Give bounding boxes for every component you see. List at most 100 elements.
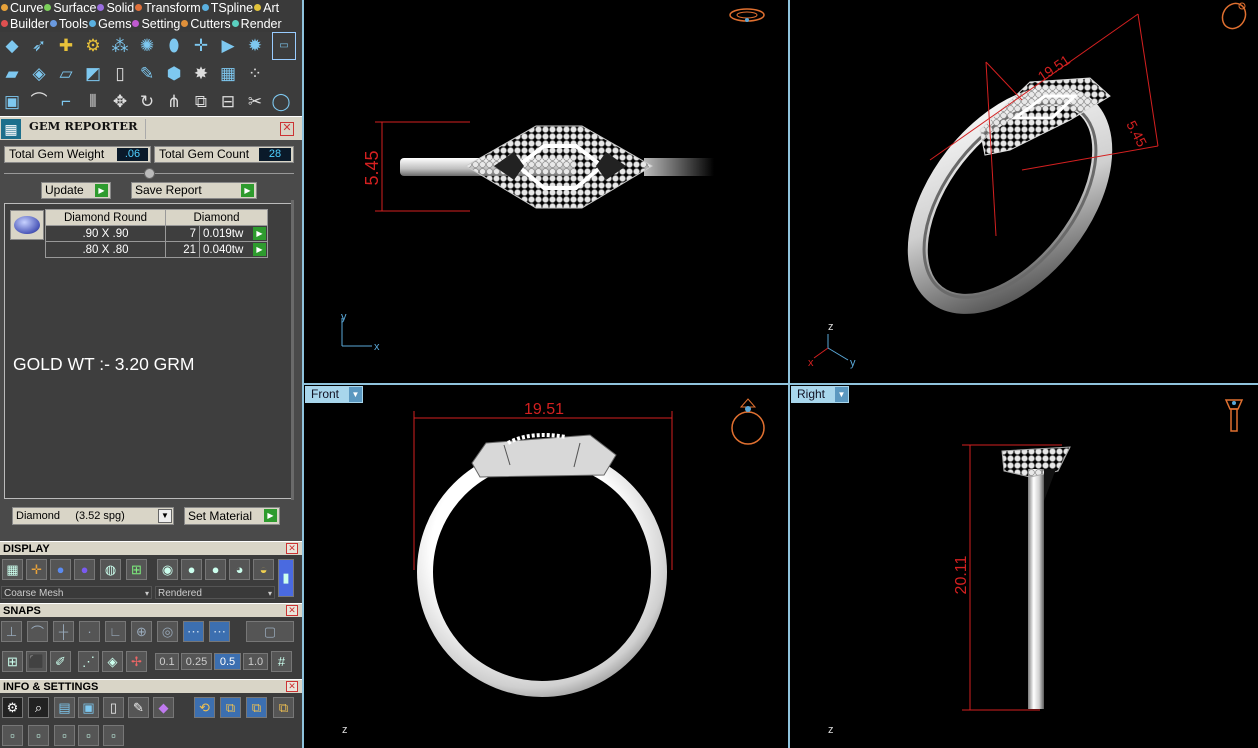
curve-edit-icon[interactable]: ⌐ xyxy=(55,91,77,113)
viewport-perspective[interactable]: 19.51 5.45 z x y xyxy=(790,0,1258,383)
menu-item-tools[interactable]: Tools xyxy=(49,16,88,32)
shaded-axis-icon[interactable]: ✛ xyxy=(26,559,47,580)
mirror-icon[interactable]: ⫴ xyxy=(82,91,104,113)
material-3-icon[interactable]: ● xyxy=(205,559,226,580)
menu-item-gems[interactable]: Gems xyxy=(89,16,131,32)
snap-point-icon[interactable]: · xyxy=(79,621,100,642)
gem-link-icon[interactable]: ⚙ xyxy=(82,35,104,57)
diamond-round-thumbnail[interactable] xyxy=(10,210,44,240)
extrude-icon[interactable]: ▶ xyxy=(217,35,239,57)
spark-ring-icon[interactable]: ✸ xyxy=(190,63,212,85)
sphere-shaded-icon[interactable]: ● xyxy=(50,559,71,580)
close-icon[interactable]: ✕ xyxy=(286,605,298,616)
extra-1-icon[interactable]: ▫ xyxy=(2,725,23,746)
wireframe-icon[interactable]: ▦ xyxy=(2,559,23,580)
snap-value-1[interactable]: 0.25 xyxy=(181,653,212,670)
sphere-glossy-icon[interactable]: ● xyxy=(74,559,95,580)
extra-4-icon[interactable]: ▫ xyxy=(78,725,99,746)
menu-item-transform[interactable]: Transform xyxy=(135,0,201,16)
menu-item-art[interactable]: Art xyxy=(254,0,279,16)
viewport-right[interactable]: 20.11 z Right ▼ xyxy=(790,385,1258,748)
scissors-icon[interactable]: ✂ xyxy=(244,91,266,113)
arc-icon[interactable]: ⌒ xyxy=(28,91,50,113)
box-icon[interactable]: ▣ xyxy=(78,697,99,718)
cluster-icon[interactable]: ✺ xyxy=(136,35,158,57)
drop-icon[interactable]: ⬮ xyxy=(163,35,185,57)
snap-box-icon[interactable]: ▢ xyxy=(246,621,294,642)
diamond-icon[interactable]: ◈ xyxy=(28,63,50,85)
purple-box-icon[interactable]: ◆ xyxy=(153,697,174,718)
table-row[interactable]: .80 X .80 21 0.040tw ▶ xyxy=(45,241,268,258)
material-gold-icon[interactable]: ◒ xyxy=(253,559,274,580)
view-ring-icon[interactable] xyxy=(1218,0,1250,33)
tab-toggle-icon[interactable]: ▭ xyxy=(272,32,296,60)
close-icon[interactable]: ✕ xyxy=(286,543,298,554)
extra-5-icon[interactable]: ▫ xyxy=(103,725,124,746)
scrollbar[interactable] xyxy=(291,200,294,500)
snap-center-icon[interactable]: ⊕ xyxy=(131,621,152,642)
menu-item-surface[interactable]: Surface xyxy=(44,0,96,16)
snap-curve-icon[interactable]: ⌒ xyxy=(27,621,48,642)
set-material-button[interactable]: Set Material ▶ xyxy=(184,507,280,525)
table-row[interactable]: .90 X .90 7 0.019tw ▶ xyxy=(45,225,268,242)
layers-icon[interactable]: ▤ xyxy=(54,697,75,718)
settings-gear-icon[interactable]: ⚙ xyxy=(2,697,23,718)
pave-icon[interactable]: ⁂ xyxy=(109,35,131,57)
sheet-icon[interactable]: ▰ xyxy=(1,63,23,85)
update-button[interactable]: Update ▶ xyxy=(41,182,111,199)
pencil-icon[interactable]: ✐ xyxy=(50,651,71,672)
material-select[interactable]: Diamond (3.52 spg) ▼ xyxy=(12,507,174,525)
material-2-icon[interactable]: ● xyxy=(181,559,202,580)
menu-item-cutters[interactable]: Cutters xyxy=(181,16,231,32)
snap-active-2-icon[interactable]: ⋯ xyxy=(209,621,230,642)
spread-icon[interactable]: ⋔ xyxy=(163,91,185,113)
history-2-icon[interactable]: ⧉ xyxy=(220,697,241,718)
material-1-icon[interactable]: ◉ xyxy=(157,559,178,580)
snap-grid-icon[interactable]: ⊥ xyxy=(1,621,22,642)
menu-item-builder[interactable]: Builder xyxy=(1,16,49,32)
menu-item-tspline[interactable]: TSpline xyxy=(201,0,253,16)
eye-icon[interactable]: ◈ xyxy=(102,651,123,672)
snap-value-0[interactable]: 0.1 xyxy=(155,653,179,670)
slider-knob[interactable] xyxy=(144,168,155,179)
slab-icon[interactable]: ◩ xyxy=(82,63,104,85)
save-report-button[interactable]: Save Report ▶ xyxy=(131,182,257,199)
band-icon[interactable]: ▱ xyxy=(55,63,77,85)
extra-2-icon[interactable]: ▫ xyxy=(28,725,49,746)
close-icon[interactable]: ✕ xyxy=(286,681,298,692)
edit-note-icon[interactable]: ✎ xyxy=(128,697,149,718)
split-icon[interactable]: ⊟ xyxy=(217,91,239,113)
history-4-icon[interactable]: ⧉ xyxy=(273,697,294,718)
snap-value-2[interactable]: 0.5 xyxy=(214,653,241,670)
halo-icon[interactable]: ✹ xyxy=(244,35,266,57)
snap-end-icon[interactable]: ∟ xyxy=(105,621,126,642)
cube-icon[interactable]: ⬛ xyxy=(26,651,47,672)
arrow-curve-icon[interactable]: ➶ xyxy=(28,35,50,57)
line-dots-icon[interactable]: ⋰ xyxy=(78,651,99,672)
display-side-toggle[interactable]: ▮ xyxy=(278,559,294,597)
snap-intersection-icon[interactable]: ┼ xyxy=(53,621,74,642)
menu-item-solid[interactable]: Solid xyxy=(97,0,134,16)
view-select-front[interactable]: Front ▼ xyxy=(305,386,364,403)
view-ring-icon[interactable] xyxy=(729,8,765,22)
rotate-icon[interactable]: ↻ xyxy=(136,91,158,113)
menu-item-render[interactable]: Render xyxy=(231,16,282,32)
extra-3-icon[interactable]: ▫ xyxy=(54,725,75,746)
gem-add-icon[interactable]: ✚ xyxy=(55,35,77,57)
snap-circle-icon[interactable]: ◎ xyxy=(157,621,178,642)
page-icon[interactable]: ▯ xyxy=(109,63,131,85)
view-ring-side-icon[interactable] xyxy=(1224,399,1244,432)
view-ring-front-icon[interactable] xyxy=(731,398,765,445)
grid-view-icon[interactable]: ⊞ xyxy=(2,651,23,672)
play-icon[interactable]: ▶ xyxy=(253,227,266,240)
search-icon[interactable]: ⌕ xyxy=(28,697,49,718)
brush-icon[interactable]: ✎ xyxy=(136,63,158,85)
material-4-icon[interactable]: ◕ xyxy=(229,559,250,580)
snap-value-3[interactable]: 1.0 xyxy=(243,653,268,670)
menu-item-curve[interactable]: Curve xyxy=(1,0,43,16)
blocks-icon[interactable]: ▣ xyxy=(1,91,23,113)
layout-icon[interactable]: ⊞ xyxy=(126,559,147,580)
mesh-select[interactable]: Coarse Mesh ▾ xyxy=(1,586,152,599)
crosshair-gem-icon[interactable]: ✛ xyxy=(190,35,212,57)
view-select-right[interactable]: Right ▼ xyxy=(791,386,850,403)
